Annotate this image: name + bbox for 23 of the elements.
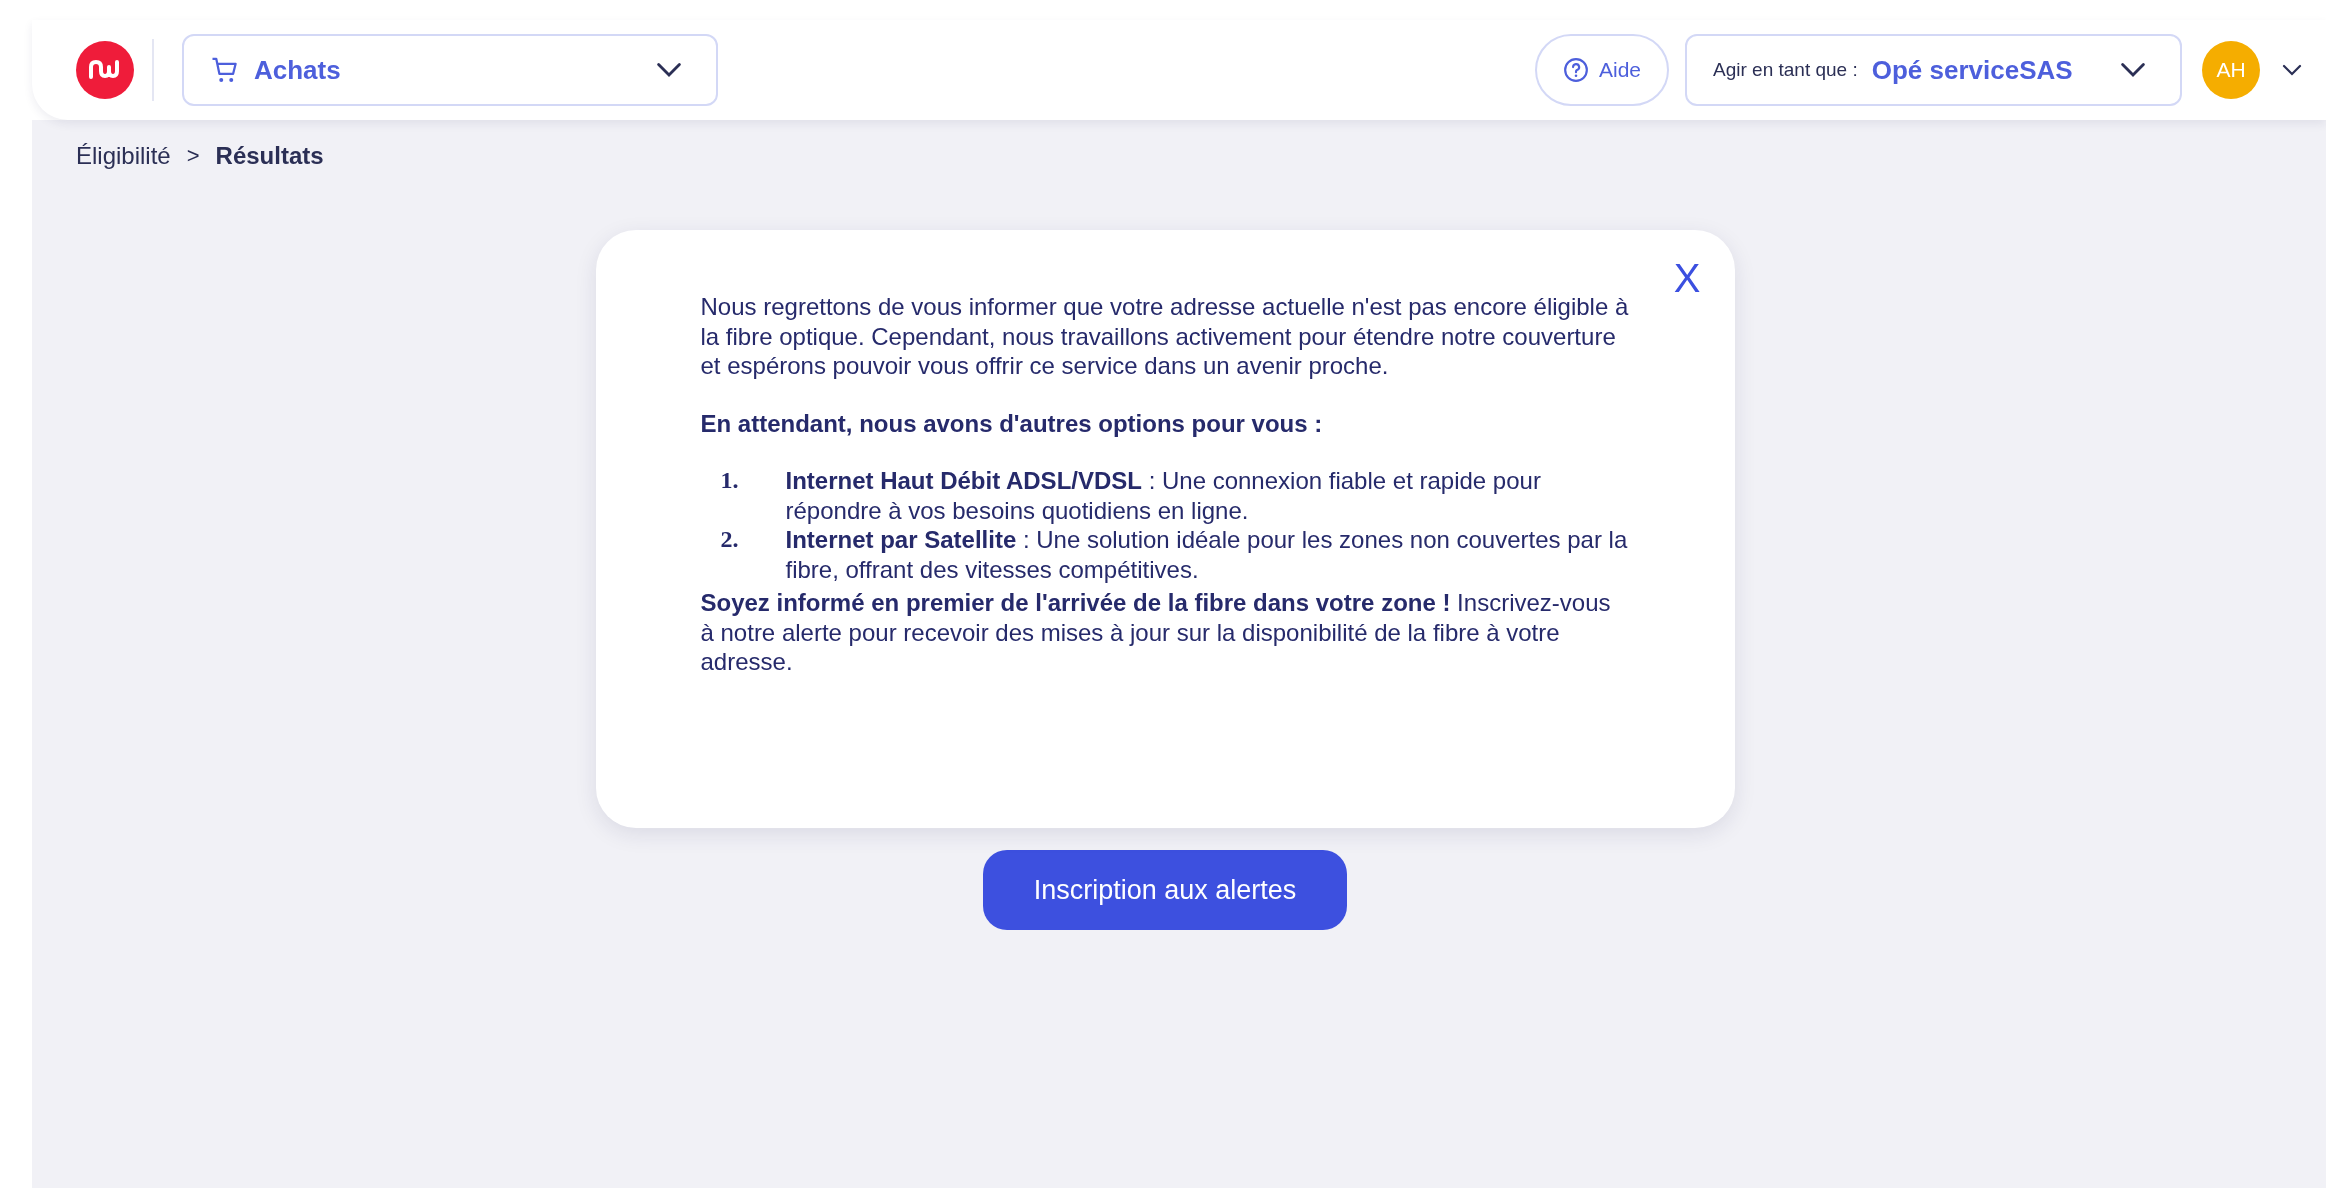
options-heading: En attendant, nous avons d'autres options pour vous : bbox=[700, 408, 1324, 438]
help-button[interactable]: Aide bbox=[1534, 34, 1669, 106]
cart-icon bbox=[210, 55, 240, 85]
role-dropdown[interactable]: Agir en tant que : Opé serviceSAS bbox=[1685, 34, 2182, 106]
logo-icon bbox=[76, 41, 134, 99]
option-text: Internet par Satellite : Une solution idéale pour les zones non couvertes par la fibre, offrant des vitesses compétitives. bbox=[785, 525, 1629, 584]
list-number: 2. bbox=[719, 525, 740, 554]
breadcrumb-separator: > bbox=[186, 143, 200, 169]
alert-signup-button[interactable]: Inscription aux alertes bbox=[983, 850, 1347, 930]
list-number: 1. bbox=[719, 466, 740, 495]
chevron-down-icon bbox=[2282, 64, 2302, 76]
role-label: Agir en tant que : bbox=[1713, 59, 1858, 81]
role-value: Opé serviceSAS bbox=[1871, 54, 2074, 86]
chevron-down-icon bbox=[656, 62, 682, 78]
question-icon bbox=[1562, 57, 1589, 83]
close-button[interactable]: X bbox=[1669, 254, 1705, 302]
module-dropdown[interactable]: Achats bbox=[182, 34, 718, 106]
message-paragraph: Soyez informé en premier de l'arrivée de la fibre dans votre zone ! Inscrivez-vous à notre alerte pour recevoir des mises à jour sur la disponibilité de la fibre à votre adresse. bbox=[700, 588, 1612, 677]
chevron-down-icon bbox=[2120, 62, 2146, 78]
message-paragraph: Nous regrettons de vous informer que votre adresse actuelle n'est pas encore éligible à la fibre optique. Cependant, nous travaillons activement pour étendre notre couverture et espérons pouvoir vous offrir ce service dans un avenir proche. bbox=[700, 292, 1630, 381]
option-text: Internet Haut Débit ADSL/VDSL : Une connexion fiable et rapide pour répondre à vos besoins quotidiens en ligne. bbox=[785, 466, 1542, 525]
breadcrumb-link[interactable]: Résultats bbox=[215, 142, 324, 170]
breadcrumb-link[interactable]: Éligibilité bbox=[76, 142, 171, 170]
